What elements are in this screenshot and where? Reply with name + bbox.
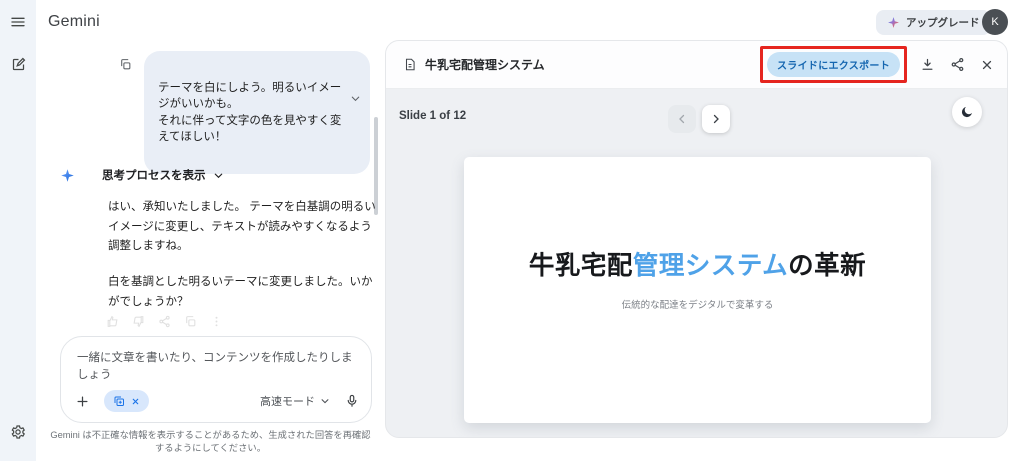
mode-label: 高速モード	[260, 393, 315, 409]
slide-content: 牛乳宅配管理システムの革新 伝統的な配達をデジタルで変革する	[529, 245, 866, 311]
slide-counter: Slide 1 of 12	[399, 110, 466, 122]
account-avatar[interactable]: K	[982, 9, 1008, 35]
share-icon[interactable]	[158, 315, 171, 328]
gear-icon	[10, 424, 26, 440]
collapse-message-button[interactable]	[350, 63, 361, 134]
previous-slide-button[interactable]	[668, 105, 696, 133]
chevron-down-icon	[213, 170, 224, 181]
chevron-left-icon	[676, 113, 688, 125]
more-options-icon[interactable]	[210, 315, 223, 328]
canvas-header: 牛乳宅配管理システム スライドにエクスポート	[386, 41, 1007, 89]
dark-mode-toggle[interactable]	[952, 97, 982, 127]
close-icon	[980, 58, 994, 72]
chevron-down-icon	[320, 396, 330, 406]
hamburger-icon	[10, 14, 26, 30]
slide-subtitle: 伝統的な配達をデジタルで変革する	[529, 297, 866, 311]
app-title: Gemini	[48, 13, 100, 31]
copy-icon	[119, 58, 132, 71]
chip-close-button[interactable]	[131, 397, 140, 406]
upgrade-button[interactable]: アップグレード	[876, 10, 991, 35]
mode-selector[interactable]: 高速モード	[260, 393, 330, 409]
input-toolbar: 高速モード	[75, 389, 359, 413]
share-icon	[950, 57, 965, 72]
thought-process-toggle[interactable]: 思考プロセスを表示	[60, 167, 224, 183]
slide-title-part-accent: 管理システム	[633, 252, 788, 280]
document-icon	[403, 57, 417, 72]
thumbs-down-icon[interactable]	[132, 315, 145, 328]
microphone-icon	[345, 394, 359, 408]
canvas-body: Slide 1 of 12 牛乳宅配管理システムの革新 伝統的な配達をデジタルで…	[386, 89, 1007, 438]
gemini-sparkle-icon	[60, 168, 75, 183]
microphone-button[interactable]	[345, 394, 359, 408]
moon-icon	[960, 105, 974, 119]
close-canvas-button[interactable]	[975, 53, 999, 77]
canvas-header-actions	[915, 53, 999, 77]
assistant-paragraph: 白を基調とした明るいテーマに変更しました。いかがでしょうか？	[108, 273, 382, 312]
close-icon	[131, 397, 140, 406]
thought-toggle-label: 思考プロセスを表示	[102, 167, 206, 183]
copy-message-button[interactable]	[116, 55, 134, 73]
chat-column: テーマを白にしよう。明るいイメージがいいかも。 それに伴って文字の色を見やすく変…	[36, 45, 385, 461]
menu-button[interactable]	[6, 10, 30, 34]
canvas-chip[interactable]	[104, 390, 149, 412]
export-to-slides-button[interactable]: スライドにエクスポート	[767, 52, 900, 77]
add-button[interactable]	[75, 394, 90, 409]
avatar-initial: K	[991, 16, 998, 28]
slide-title: 牛乳宅配管理システムの革新	[529, 245, 866, 282]
chevron-down-icon	[350, 93, 361, 104]
slide-title-part: の革新	[788, 252, 866, 280]
canvas-panel: 牛乳宅配管理システム スライドにエクスポート Slide	[385, 40, 1008, 438]
settings-button[interactable]	[6, 420, 30, 444]
next-slide-button[interactable]	[702, 105, 730, 133]
thumbs-up-icon[interactable]	[106, 315, 119, 328]
message-actions-row	[106, 315, 223, 328]
share-button[interactable]	[945, 53, 969, 77]
download-button[interactable]	[915, 53, 939, 77]
prompt-placeholder: 一緒に文章を書いたり、コンテンツを作成したりしましょう	[77, 350, 357, 384]
document-title: 牛乳宅配管理システム	[425, 56, 545, 73]
prompt-input[interactable]: 一緒に文章を書いたり、コンテンツを作成したりしましょう 高速モード	[60, 336, 372, 423]
new-chat-icon	[11, 57, 26, 72]
assistant-paragraph: はい、承知いたしました。 テーマを白基調の明るいイメージに変更し、テキストが読み…	[108, 198, 382, 257]
canvas-icon	[113, 395, 125, 407]
download-icon	[920, 57, 935, 72]
chevron-right-icon	[710, 113, 722, 125]
user-message-text: テーマを白にしよう。明るいイメージがいいかも。 それに伴って文字の色を見やすく変…	[158, 82, 341, 144]
disclaimer-text: Gemini は不正確な情報を表示することがあるため、生成された回答を再確認する…	[36, 429, 385, 455]
copy-icon[interactable]	[184, 315, 197, 328]
user-message-bubble: テーマを白にしよう。明るいイメージがいいかも。 それに伴って文字の色を見やすく変…	[144, 51, 370, 174]
annotation-highlight-box: スライドにエクスポート	[760, 46, 907, 83]
slide-title-part: 牛乳宅配	[529, 252, 633, 280]
plus-icon	[75, 394, 90, 409]
sparkle-multicolor-icon	[887, 16, 900, 29]
slide-preview[interactable]: 牛乳宅配管理システムの革新 伝統的な配達をデジタルで変革する	[464, 157, 931, 423]
upgrade-label: アップグレード	[906, 15, 980, 30]
new-chat-button[interactable]	[6, 52, 30, 76]
mini-sidebar	[0, 0, 36, 461]
